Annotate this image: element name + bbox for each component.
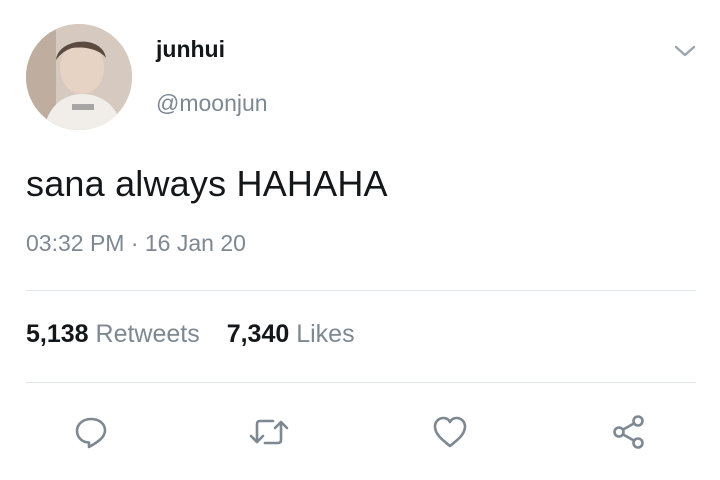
retweets-count: 5,138: [26, 320, 89, 348]
avatar[interactable]: [26, 24, 132, 130]
share-icon: [613, 415, 644, 449]
display-name[interactable]: junhui: [156, 36, 225, 63]
retweet-button[interactable]: [241, 404, 297, 460]
share-button[interactable]: [601, 404, 657, 460]
likes-stat[interactable]: 7,340 Likes: [227, 320, 355, 349]
tweet-timestamp[interactable]: 03:32 PM · 16 Jan 20: [26, 230, 246, 257]
likes-count: 7,340: [226, 320, 290, 348]
user-handle[interactable]: @moonjun: [156, 90, 268, 117]
likes-label: Likes: [296, 320, 355, 348]
retweet-icon: [249, 419, 289, 445]
tweet-text: sana always HAHAHA: [26, 163, 388, 204]
tweet-stats: 5,138 Retweets 7,340 Likes: [26, 320, 375, 349]
divider: [26, 290, 696, 291]
divider: [26, 382, 696, 383]
heart-icon: [433, 416, 467, 448]
avatar-image: [26, 24, 132, 130]
chevron-down-icon[interactable]: [672, 40, 698, 62]
reply-button[interactable]: [63, 404, 119, 460]
tweet-actions: [0, 404, 720, 460]
like-button[interactable]: [422, 404, 478, 460]
retweets-stat[interactable]: 5,138 Retweets: [26, 320, 200, 349]
retweets-label: Retweets: [95, 320, 200, 348]
reply-icon: [75, 417, 107, 449]
tweet-detail: junhui @moonjun sana always HAHAHA 03:32…: [0, 0, 720, 480]
